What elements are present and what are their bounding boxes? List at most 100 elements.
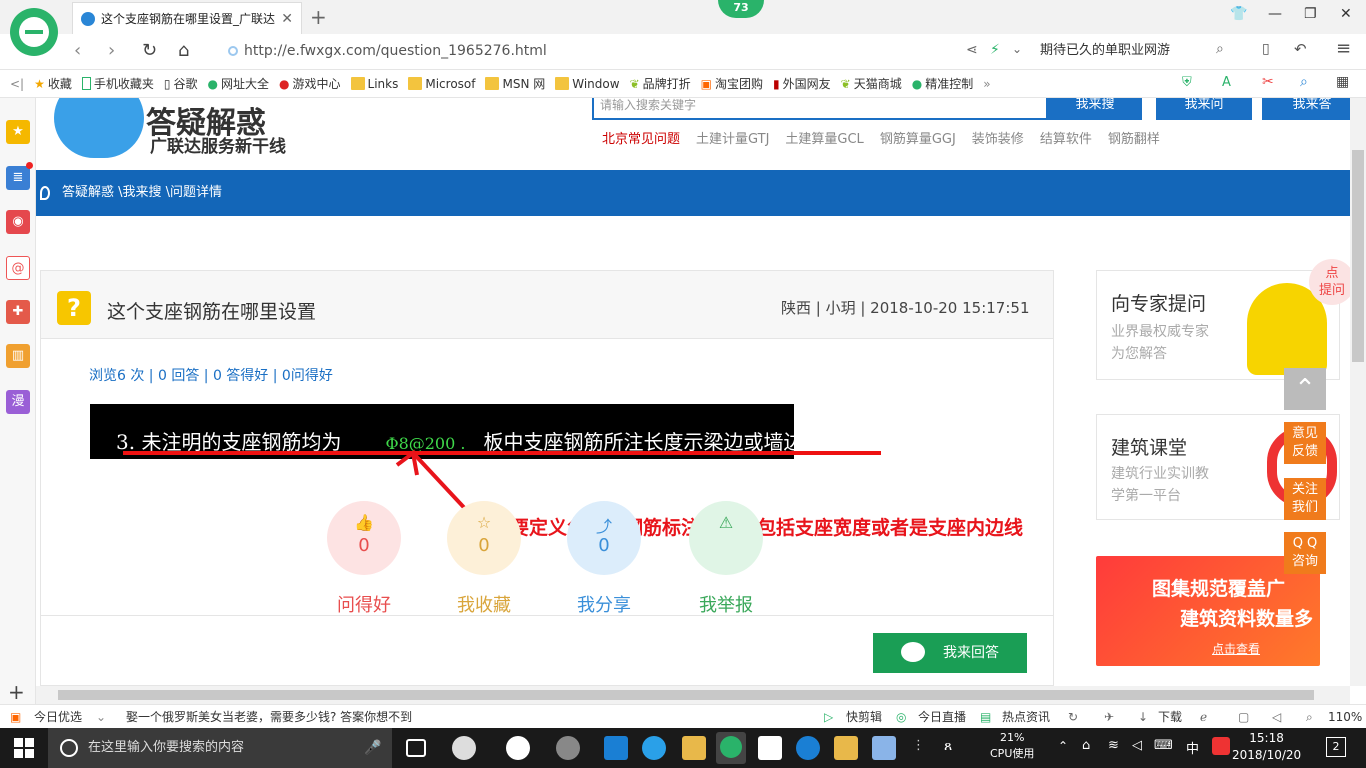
gamepad-icon[interactable]: ✚ xyxy=(6,300,30,324)
banner-link[interactable]: 点击查看 xyxy=(1212,640,1260,657)
file-explorer-icon[interactable] xyxy=(682,736,706,760)
swirl-app-icon[interactable] xyxy=(556,736,580,760)
pinwheel-app-icon[interactable] xyxy=(452,736,476,760)
tray-expand-icon[interactable]: ⌃ xyxy=(1058,739,1068,753)
mail-at-icon[interactable]: @ xyxy=(6,256,30,280)
search-icon[interactable]: ⌕ xyxy=(1216,41,1224,57)
share-icon[interactable]: ⋖ xyxy=(966,42,978,58)
bolt-icon[interactable]: ⚡ xyxy=(990,42,1000,58)
taskbar-overflow-icon[interactable]: ⋮ xyxy=(912,738,925,753)
cpu-meter[interactable]: 21% CPU使用 xyxy=(990,730,1034,762)
notification-center-icon[interactable]: 2 xyxy=(1326,737,1346,757)
status-item[interactable]: 今日直播 xyxy=(918,705,966,729)
answer-button[interactable]: 我来回答 xyxy=(873,633,1027,673)
people-icon[interactable]: ጸ xyxy=(944,738,952,754)
fav-item[interactable]: ▣ 淘宝团购 xyxy=(701,75,763,92)
search-button[interactable]: 我来搜 xyxy=(1048,98,1142,120)
fav-item[interactable]: ★ 收藏 xyxy=(34,75,72,92)
good-question-button[interactable]: 👍 0 xyxy=(327,501,401,575)
share-button[interactable]: ⤴ 0 xyxy=(567,501,641,575)
sound-icon[interactable]: ◁ xyxy=(1272,705,1281,729)
fav-item[interactable]: ❦ 品牌打折 xyxy=(630,75,691,92)
top-link[interactable]: 装饰装修 xyxy=(972,128,1024,147)
status-item[interactable]: 下载 xyxy=(1158,705,1182,729)
answer-top-button[interactable]: 我来答 xyxy=(1262,98,1350,120)
fav-item[interactable]: ● 网址大全 xyxy=(208,75,270,92)
ie-icon[interactable]: ℯ xyxy=(1200,705,1207,729)
collect-label[interactable]: 我收藏 xyxy=(424,591,544,617)
photo-app-icon[interactable] xyxy=(872,736,896,760)
wifi-icon[interactable]: ≋ xyxy=(1108,738,1119,753)
pin-icon[interactable]: ✈ xyxy=(1104,705,1114,729)
shirt-skin-icon[interactable]: 👕 xyxy=(1230,6,1247,22)
restore-button[interactable]: ❐ xyxy=(1304,6,1317,22)
ime-indicator[interactable]: 中 xyxy=(1186,738,1199,757)
notes-app-icon[interactable] xyxy=(834,736,858,760)
glodon-g-icon[interactable] xyxy=(796,736,820,760)
phone-icon[interactable]: ▯ xyxy=(1262,41,1270,57)
fav-item[interactable]: ❦ 天猫商城 xyxy=(841,75,902,92)
window-icon[interactable]: ▢ xyxy=(1238,705,1249,729)
keyboard-icon[interactable]: ⌨ xyxy=(1154,738,1173,753)
chevron-down-icon[interactable]: ⌄ xyxy=(1012,42,1022,56)
refresh-icon[interactable]: ↻ xyxy=(1068,705,1078,729)
status-item[interactable]: 快剪辑 xyxy=(846,705,882,729)
news-list-icon[interactable]: ≣ xyxy=(6,166,30,190)
fav-item[interactable]: ● 精准控制 xyxy=(912,75,974,92)
scissors-icon[interactable]: ✂ xyxy=(1262,74,1274,90)
url-field[interactable]: http://e.fwxgx.com/question_1965276.html xyxy=(228,40,948,62)
task-view-icon[interactable] xyxy=(406,739,426,757)
top-link[interactable]: 钢筋翻样 xyxy=(1108,128,1160,147)
active-app-slot[interactable] xyxy=(716,732,746,764)
share-label[interactable]: 我分享 xyxy=(544,591,664,617)
feedback-button[interactable]: 意见 反馈 xyxy=(1284,422,1326,464)
expert-card[interactable]: 向专家提问 业界最权威专家 为您解答 点 提问 xyxy=(1096,259,1350,380)
menu-icon[interactable]: ≡ xyxy=(1336,38,1351,59)
fav-item[interactable]: Window xyxy=(555,77,620,91)
magnifier-icon[interactable]: ⌕ xyxy=(1300,74,1308,90)
browser-e-icon[interactable] xyxy=(506,736,530,760)
fav-item[interactable]: MSN 网 xyxy=(485,75,545,92)
shield-icon[interactable]: ⛨ xyxy=(1182,75,1192,90)
browser-search-box[interactable]: 期待已久的单职业网游 xyxy=(1040,40,1240,62)
fav-item[interactable]: 手机收藏夹 xyxy=(81,75,154,92)
back-button[interactable]: ‹ xyxy=(74,40,81,61)
collapse-sidebar-icon[interactable]: <| xyxy=(10,77,24,91)
taskbar-search[interactable]: 在这里输入你要搜索的内容 🎤 xyxy=(48,728,392,768)
clock[interactable]: 15:18 2018/10/20 xyxy=(1232,730,1301,764)
home-button[interactable]: ⌂ xyxy=(178,40,189,61)
report-button[interactable]: ⚠ xyxy=(689,501,763,575)
minimize-button[interactable]: — xyxy=(1268,6,1282,22)
fav-item[interactable]: ▮ 外国网友 xyxy=(773,75,831,92)
chevron-down-icon[interactable]: ⌄ xyxy=(96,705,106,729)
back-to-top-button[interactable]: ⌃ xyxy=(1284,368,1326,410)
favorites-star-icon[interactable]: ★ xyxy=(6,120,30,144)
close-window-button[interactable]: ✕ xyxy=(1340,6,1352,22)
browser-tab[interactable]: 这个支座钢筋在哪里设置_广联达 ✕ xyxy=(72,2,302,34)
sogou-s-icon[interactable] xyxy=(1212,737,1230,755)
fav-item[interactable]: Links xyxy=(350,77,398,91)
browser-logo-icon[interactable] xyxy=(10,8,58,56)
volume-icon[interactable]: ◁ xyxy=(1132,738,1142,753)
microphone-icon[interactable]: 🎤 xyxy=(364,728,381,768)
fav-item[interactable]: ● 游戏中心 xyxy=(279,75,341,92)
fav-item[interactable]: Microsof xyxy=(408,77,475,91)
site-search-input[interactable]: 请输入搜索关键字 xyxy=(592,98,1048,120)
click-ask-bubble[interactable]: 点 提问 xyxy=(1309,259,1350,305)
add-sidebar-icon[interactable]: + xyxy=(8,680,25,704)
ask-button[interactable]: 我来问 xyxy=(1156,98,1252,120)
edge-icon[interactable] xyxy=(604,736,628,760)
book-icon[interactable]: ▥ xyxy=(6,344,30,368)
ie-browser-icon[interactable] xyxy=(642,736,666,760)
vertical-scroll-thumb[interactable] xyxy=(1352,150,1364,362)
forward-button[interactable]: › xyxy=(108,40,115,61)
status-item[interactable]: 热点资讯 xyxy=(1002,705,1050,729)
translate-icon[interactable]: A xyxy=(1222,75,1231,90)
today-picks[interactable]: 今日优选 xyxy=(34,705,82,729)
good-question-label[interactable]: 问得好 xyxy=(304,591,424,617)
zoom-level[interactable]: 110% xyxy=(1328,705,1362,729)
tools-icon[interactable]: ▦ xyxy=(1336,74,1349,90)
mail-icon[interactable] xyxy=(758,736,782,760)
top-link[interactable]: 北京常见问题 xyxy=(602,128,680,147)
zoom-icon[interactable]: ⌕ xyxy=(1306,705,1313,729)
